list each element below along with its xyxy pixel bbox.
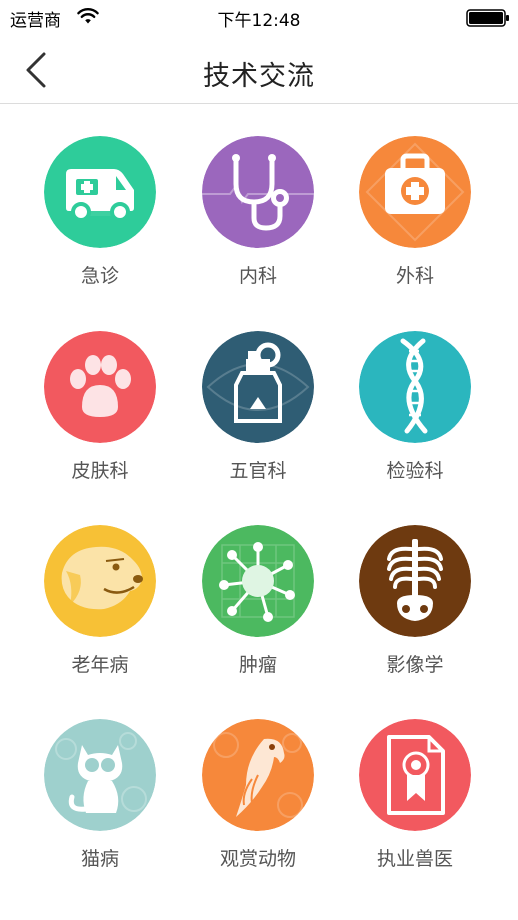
cat-icon [44,719,156,831]
clock-time: 下午12:48 [217,11,301,31]
category-oncology[interactable]: 肿瘤 [183,493,333,676]
category-licensed-veterinarian[interactable]: 执业兽医 [340,687,490,870]
page-title: 技术交流 [203,61,315,92]
old-dog-icon [44,525,156,637]
category-icon-circle [44,525,156,637]
category-icon-circle [202,719,314,831]
parrot-icon [202,719,314,831]
category-label: 内科 [238,265,277,287]
back-button[interactable] [18,48,58,92]
category-label: 五官科 [229,460,287,482]
certificate-icon [359,719,471,831]
category-icon-circle [202,136,314,248]
category-geriatrics[interactable]: 老年病 [25,493,175,676]
category-label: 影像学 [386,654,444,676]
status-bar: 运营商 下午12:48 [0,0,518,34]
category-imaging[interactable]: 影像学 [340,493,490,676]
category-dermatology[interactable]: 皮肤科 [25,299,175,482]
category-surgery[interactable]: 外科 [340,104,490,287]
first-aid-kit-icon [359,136,471,248]
xray-skeleton-icon [359,525,471,637]
category-icon-circle [44,719,156,831]
category-icon-circle [359,136,471,248]
category-ornamental-animals[interactable]: 观赏动物 [183,687,333,870]
category-label: 检验科 [386,460,444,482]
category-feline-disease[interactable]: 猫病 [25,687,175,870]
dna-icon [359,331,471,443]
ambulance-icon [44,136,156,248]
category-internal-medicine[interactable]: 内科 [183,104,333,287]
category-ent[interactable]: 五官科 [183,299,333,482]
category-label: 外科 [395,265,434,287]
category-icon-circle [44,136,156,248]
category-label: 老年病 [71,654,129,676]
tumor-cell-icon [202,525,314,637]
category-label: 执业兽医 [376,848,453,870]
chevron-left-icon [26,52,46,88]
category-label: 皮肤科 [71,460,129,482]
category-icon-circle [44,331,156,443]
stethoscope-icon [202,136,314,248]
category-label: 猫病 [80,848,119,870]
category-icon-circle [359,719,471,831]
category-emergency[interactable]: 急诊 [25,104,175,287]
category-label: 肿瘤 [238,654,277,676]
category-icon-circle [359,331,471,443]
paw-icon [44,331,156,443]
category-icon-circle [202,331,314,443]
category-icon-circle [202,525,314,637]
ear-drops-bottle-icon [202,331,314,443]
battery-icon [466,9,509,27]
category-label: 观赏动物 [219,848,296,870]
category-laboratory[interactable]: 检验科 [340,299,490,482]
category-grid: 急诊 内科 外科 皮肤科 五官科 检验科 老年病 肿瘤 影像学 猫病 观赏动物 … [0,104,518,920]
category-label: 急诊 [80,265,119,287]
navigation-bar: 技术交流 [0,34,518,104]
category-icon-circle [359,525,471,637]
